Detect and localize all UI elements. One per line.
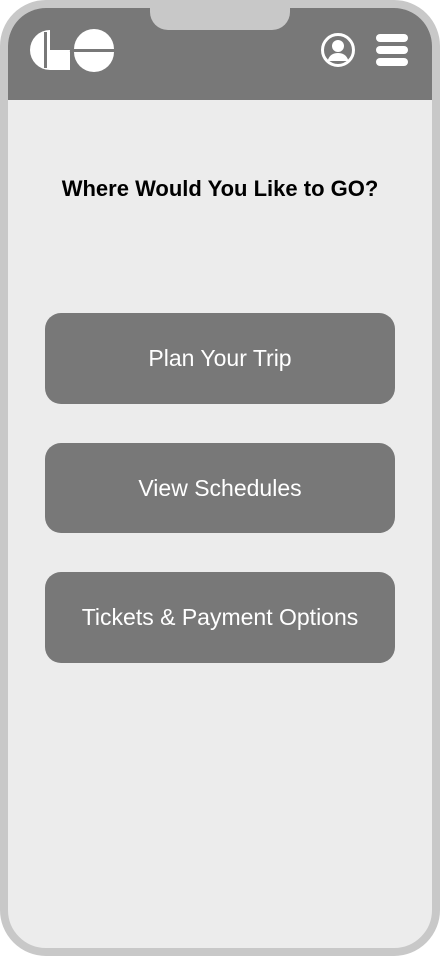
page-title: Where Would You Like to GO? [61, 176, 379, 201]
hamburger-menu-icon[interactable] [374, 32, 410, 68]
go-logo[interactable] [28, 28, 116, 72]
logo-g-cut [44, 32, 47, 68]
user-circle-icon[interactable] [320, 32, 356, 68]
logo-o-top [74, 29, 114, 49]
tickets-payment-button[interactable]: Tickets & Payment Options [45, 572, 395, 663]
view-schedules-button[interactable]: View Schedules [45, 443, 395, 533]
phone-notch [150, 8, 290, 30]
logo-g-bottom [50, 52, 70, 70]
plan-trip-button[interactable]: Plan Your Trip [45, 313, 395, 404]
phone-frame: Where Would You Like to GO? Plan Your Tr… [0, 0, 440, 956]
logo-o-bottom [74, 52, 114, 72]
